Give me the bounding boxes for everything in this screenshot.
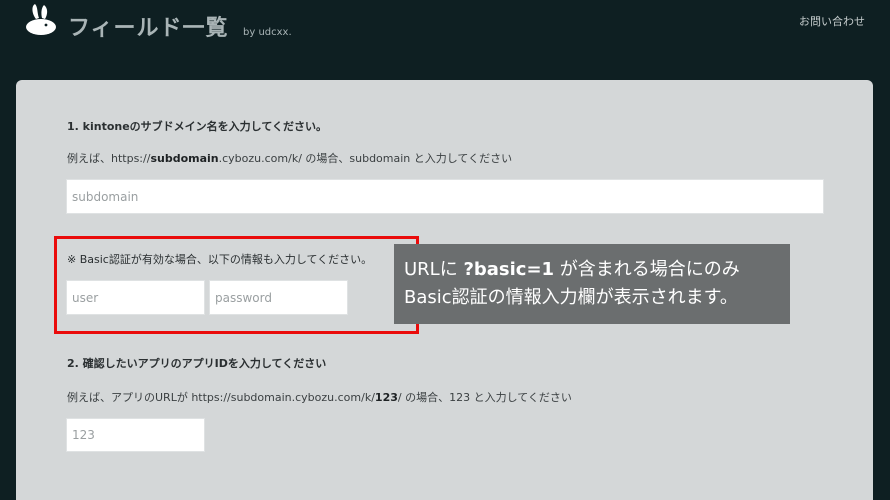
appid-example-suffix: / の場合、123 と入力してください <box>397 391 572 404</box>
subdomain-example-suffix: .cybozu.com/k/ の場合、subdomain と入力してください <box>218 152 513 165</box>
site-header: フィールド一覧 by udcxx. お問い合わせ <box>0 0 890 80</box>
callout-line1-suffix: が含まれる場合にのみ <box>554 259 740 280</box>
appid-example-bold: 123 <box>374 391 398 404</box>
subdomain-example: 例えば、https://subdomain.cybozu.com/k/ の場合、… <box>67 150 512 166</box>
subdomain-example-bold: subdomain <box>150 152 219 165</box>
basic-auth-highlight <box>54 236 419 334</box>
subdomain-example-prefix: 例えば、https:// <box>67 152 151 165</box>
page-title: フィールド一覧 <box>68 16 229 41</box>
contact-link[interactable]: お問い合わせ <box>799 13 865 29</box>
rabbit-logo-icon <box>26 4 56 35</box>
appid-heading: 2. 確認したいアプリのアプリIDを入力してください <box>67 357 327 370</box>
callout-line2: Basic認証の情報入力欄が表示されます。 <box>404 287 738 308</box>
appid-example: 例えば、アプリのURLが https://subdomain.cybozu.co… <box>67 389 572 405</box>
subdomain-input[interactable] <box>66 179 824 214</box>
subdomain-heading: 1. kintoneのサブドメイン名を入力してください。 <box>67 120 328 133</box>
callout-line1-prefix: URLに <box>404 259 464 280</box>
callout-line1-bold: ?basic=1 <box>463 259 555 280</box>
callout-line1: URLに ?basic=1 が含まれる場合にのみ <box>404 256 780 284</box>
callout-annotation: URLに ?basic=1 が含まれる場合にのみ Basic認証の情報入力欄が表… <box>394 244 790 324</box>
appid-example-prefix: 例えば、アプリのURLが https://subdomain.cybozu.co… <box>67 391 375 404</box>
author-credit: by udcxx. <box>243 27 292 38</box>
appid-input[interactable] <box>66 418 205 452</box>
